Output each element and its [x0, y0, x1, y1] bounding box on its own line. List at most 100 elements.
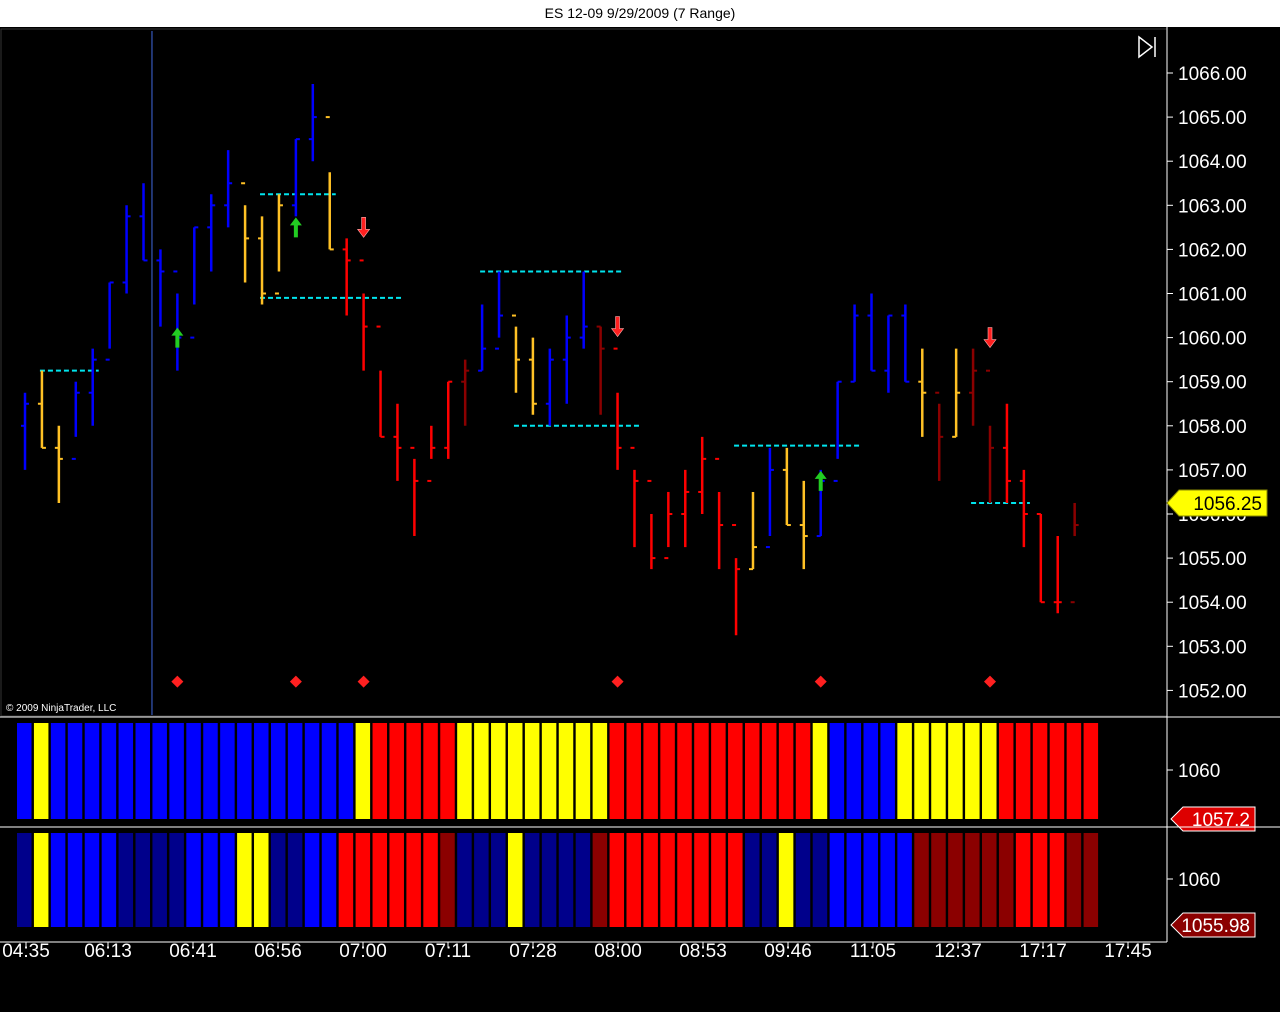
value-label: 1057.2	[1192, 810, 1250, 831]
histogram-bar	[33, 723, 49, 819]
histogram-bar	[389, 833, 404, 927]
histogram-bar	[524, 723, 540, 819]
histogram-bar	[575, 833, 591, 927]
histogram-bar	[880, 833, 895, 927]
histogram-bar	[237, 723, 252, 819]
histogram-bar	[660, 723, 675, 819]
histogram-bar	[220, 833, 235, 927]
last-price-label: 1056.25	[1193, 494, 1262, 515]
histogram-bar	[694, 833, 709, 927]
x-tick-label: 09:46	[764, 941, 812, 962]
y-tick-label: 1063.00	[1178, 196, 1247, 217]
y-tick-label: 1052.00	[1178, 681, 1247, 702]
y-tick-label: 1057.00	[1178, 461, 1247, 482]
histogram-bar	[795, 723, 811, 819]
histogram-bar	[118, 833, 134, 927]
histogram-bar	[406, 723, 421, 819]
histogram-bar	[304, 833, 320, 927]
indicator-panel-1: 1060 1057.2	[0, 716, 1280, 832]
histogram-bar	[609, 723, 625, 819]
histogram-bar	[795, 833, 811, 927]
x-tick-label: 07:11	[425, 941, 471, 962]
histogram-bar	[17, 833, 32, 927]
histogram-bar	[1032, 833, 1048, 927]
y-tick-label: 1064.00	[1178, 152, 1247, 173]
histogram-bar	[474, 723, 489, 819]
histogram-bar	[423, 723, 438, 819]
histogram-bar	[389, 723, 404, 819]
histogram-bar	[592, 723, 608, 819]
histogram-bar	[440, 833, 455, 927]
x-tick-label: 07:28	[509, 941, 557, 962]
histogram-bar	[237, 833, 252, 927]
histogram-bar	[626, 723, 641, 819]
histogram-bar	[203, 833, 218, 927]
y-tick-label: 1060.00	[1178, 329, 1247, 350]
histogram-bar	[541, 833, 557, 927]
histogram-bar	[711, 723, 726, 819]
indicator-panel-2: 1060 1055.98	[0, 826, 1280, 938]
histogram-bar	[135, 833, 151, 927]
histogram-bar	[948, 723, 963, 819]
histogram-bar	[744, 723, 760, 819]
histogram-bar	[169, 723, 184, 819]
x-tick-label: 06:56	[254, 941, 302, 962]
y-tick-label: 1060	[1178, 761, 1220, 782]
histogram-bar	[270, 723, 286, 819]
x-tick-label: 06:41	[169, 941, 217, 962]
histogram-bar	[728, 723, 743, 819]
histogram-bar	[914, 723, 929, 819]
value-badge-2: 1055.98	[1170, 912, 1256, 938]
histogram-bar	[677, 833, 692, 927]
histogram-bar	[84, 833, 100, 927]
chart[interactable]: 1066.00 1065.00 1064.00 1063.00 1062.00 1061.…	[0, 27, 1280, 1012]
y-tick-label: 1058.00	[1178, 417, 1247, 438]
histogram-bar	[254, 833, 269, 927]
histogram-bar	[355, 723, 371, 819]
histogram-bar	[423, 833, 438, 927]
histogram-bar	[270, 833, 286, 927]
histogram-bar	[948, 833, 963, 927]
histogram-bar	[592, 833, 608, 927]
histogram-bar	[186, 833, 201, 927]
histogram-bar	[321, 833, 337, 927]
histogram-bar	[372, 833, 388, 927]
histogram-bar	[507, 723, 523, 819]
histogram-bar	[931, 833, 946, 927]
x-tick-label: 04:35	[2, 941, 50, 962]
histogram-bar	[863, 833, 878, 927]
y-tick-label: 1061.00	[1178, 285, 1247, 306]
histogram-bar	[118, 723, 134, 819]
histogram-bar	[406, 833, 421, 927]
histogram-bar	[287, 833, 303, 927]
x-tick-label: 08:00	[594, 941, 642, 962]
histogram-bar	[1049, 833, 1065, 927]
histogram-bar	[965, 723, 980, 819]
histogram-bar	[846, 833, 862, 927]
histogram-bar	[491, 723, 506, 819]
histogram-bar	[186, 723, 201, 819]
histogram-bar	[321, 723, 337, 819]
y-tick-label: 1055.00	[1178, 549, 1247, 570]
histogram-bar	[457, 833, 472, 927]
histogram-bar	[931, 723, 946, 819]
histogram-bar	[761, 723, 777, 819]
histogram-bar	[609, 833, 625, 927]
histogram-bar	[355, 833, 371, 927]
y-tick-label: 1060	[1178, 870, 1220, 891]
histogram-bar	[846, 723, 862, 819]
histogram-bar	[101, 723, 117, 819]
histogram-bar	[338, 833, 354, 927]
histogram-bar	[965, 833, 980, 927]
histogram-bar	[101, 833, 117, 927]
last-price-badge: 1056.25	[1166, 489, 1268, 517]
histogram-bar	[304, 723, 320, 819]
histogram-bar	[694, 723, 709, 819]
y-tick-label: 1053.00	[1178, 637, 1247, 658]
x-tick-label: 11:05	[850, 941, 896, 962]
histogram-bar	[1049, 723, 1065, 819]
histogram-bar	[1083, 723, 1099, 819]
histogram-bar	[982, 833, 997, 927]
histogram-bar	[84, 723, 100, 819]
histogram-bar	[812, 723, 828, 819]
